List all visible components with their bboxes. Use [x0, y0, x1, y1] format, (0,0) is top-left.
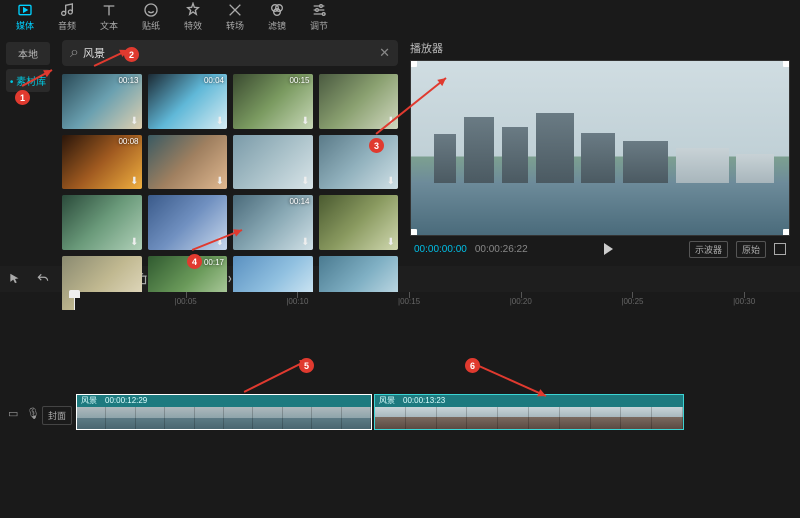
- play-button[interactable]: [604, 243, 613, 255]
- tab-media[interactable]: 媒体: [4, 0, 46, 34]
- download-icon[interactable]: ⬇: [130, 237, 138, 248]
- download-icon[interactable]: ⬇: [387, 237, 395, 248]
- tab-effect[interactable]: 特效: [172, 0, 214, 34]
- original-button[interactable]: 原始: [736, 241, 766, 258]
- media-thumb[interactable]: 00:08 ⬇: [62, 135, 142, 190]
- tab-label: 滤镜: [268, 19, 286, 32]
- library-rail: 本地 • 素材库: [0, 34, 56, 266]
- ruler-label: |00:20: [510, 297, 532, 306]
- track-lock-icon[interactable]: ▭: [8, 407, 18, 420]
- media-thumb[interactable]: 00:04 ⬇: [148, 74, 228, 129]
- search-bar: ⌕ ✕: [62, 40, 398, 66]
- thumb-duration: 00:08: [118, 137, 138, 146]
- ruler-label: |00:15: [398, 297, 420, 306]
- tab-label: 贴纸: [142, 19, 160, 32]
- timeline-clip[interactable]: 风景 00:00:13:23: [374, 394, 684, 430]
- tab-label: 调节: [310, 19, 328, 32]
- top-tab-bar: 媒体 音频 文本 贴纸 特效 转场 滤镜 调节: [0, 0, 800, 34]
- media-thumb[interactable]: 00:14 ⬇: [233, 195, 313, 250]
- scope-button[interactable]: 示波器: [689, 241, 728, 258]
- download-icon[interactable]: ⬇: [387, 176, 395, 187]
- download-icon[interactable]: ⬇: [301, 116, 309, 127]
- timeline-ruler[interactable]: |00:05 |00:10 |00:15 |00:20 |00:25 |00:30: [74, 292, 800, 310]
- ruler-label: |00:30: [733, 297, 755, 306]
- download-icon[interactable]: ⬇: [301, 237, 309, 248]
- transform-handle-bl[interactable]: [410, 229, 417, 236]
- player-control-bar: 00:00:00:00 00:00:26:22 示波器 原始: [410, 236, 790, 262]
- timeline-clip[interactable]: 风景 00:00:12:29: [76, 394, 372, 430]
- tab-label: 音频: [58, 19, 76, 32]
- tab-label: 文本: [100, 19, 118, 32]
- player-title: 播放器: [410, 40, 790, 60]
- thumb-duration: 00:17: [204, 258, 224, 267]
- track-gutter: ▭ 🎙 封面: [0, 310, 74, 518]
- rail-material-library[interactable]: • 素材库: [6, 69, 50, 92]
- media-thumb[interactable]: 00:15 ⬇: [233, 74, 313, 129]
- timecode-current: 00:00:00:00: [414, 244, 467, 255]
- tab-sticker[interactable]: 贴纸: [130, 0, 172, 34]
- download-icon[interactable]: ⬇: [301, 176, 309, 187]
- transform-handle-tr[interactable]: [783, 60, 790, 67]
- download-icon[interactable]: ⬇: [216, 237, 224, 248]
- download-icon[interactable]: ⬇: [216, 176, 224, 187]
- tab-transition[interactable]: 转场: [214, 0, 256, 34]
- media-thumb[interactable]: ⬇: [319, 195, 399, 250]
- media-thumb[interactable]: ⬇: [319, 74, 399, 129]
- thumb-duration: 00:14: [289, 197, 309, 206]
- media-panel: ⌕ ✕ 00:13 ⬇ 00:04 ⬇ 00:15 ⬇ ⬇ 00:08 ⬇ ⬇ ⬇ ⬇ ⬇ ⬇ 00:14 ⬇…: [56, 34, 404, 266]
- timeline-tracks[interactable]: ▭ 🎙 封面 风景 00:00:12:29 风景 00:00:13:23: [0, 310, 800, 518]
- playhead[interactable]: [74, 292, 75, 310]
- media-thumb[interactable]: ⬇: [319, 135, 399, 190]
- thumb-duration: 00:15: [289, 76, 309, 85]
- tab-audio[interactable]: 音频: [46, 0, 88, 34]
- media-thumb[interactable]: ⬇: [148, 195, 228, 250]
- media-thumbnail-grid: 00:13⬇00:04⬇00:15⬇⬇00:08⬇⬇⬇⬇⬇⬇00:14⬇⬇⬇00…: [62, 74, 398, 311]
- rail-local[interactable]: 本地: [6, 42, 50, 65]
- media-thumb[interactable]: ⬇: [62, 195, 142, 250]
- ruler-label: |00:10: [286, 297, 308, 306]
- tab-text[interactable]: 文本: [88, 0, 130, 34]
- tab-label: 特效: [184, 19, 202, 32]
- search-icon: ⌕: [70, 44, 79, 62]
- clip-header: 风景 00:00:13:23: [375, 395, 683, 407]
- tab-filter[interactable]: 滤镜: [256, 0, 298, 34]
- download-icon[interactable]: ⬇: [216, 116, 224, 127]
- player-viewport[interactable]: [410, 60, 790, 236]
- tab-label: 转场: [226, 19, 244, 32]
- track-mute-icon[interactable]: 🎙: [26, 407, 40, 420]
- tool-undo[interactable]: [36, 272, 50, 286]
- timecode-duration: 00:00:26:22: [475, 244, 528, 255]
- cover-button[interactable]: 封面: [42, 406, 72, 425]
- media-thumb[interactable]: ⬇: [233, 135, 313, 190]
- ruler-label: |00:05: [175, 297, 197, 306]
- ruler-label: |00:25: [621, 297, 643, 306]
- thumb-duration: 00:13: [118, 76, 138, 85]
- download-icon[interactable]: ⬇: [130, 176, 138, 187]
- player-panel: 播放器 00:00:00:00 00:00:26:22: [404, 34, 800, 266]
- rail-library-label: 素材库: [16, 77, 46, 88]
- fullscreen-icon[interactable]: [774, 243, 786, 255]
- transform-handle-tl[interactable]: [410, 60, 417, 67]
- transform-handle-br[interactable]: [783, 229, 790, 236]
- download-icon[interactable]: ⬇: [387, 116, 395, 127]
- search-input[interactable]: [83, 47, 379, 59]
- tab-adjust[interactable]: 调节: [298, 0, 340, 34]
- tool-pointer[interactable]: [8, 272, 22, 286]
- media-thumb[interactable]: ⬇: [148, 135, 228, 190]
- search-clear-icon[interactable]: ✕: [379, 45, 390, 61]
- preview-frame-buildings: [411, 113, 789, 183]
- thumb-duration: 00:04: [204, 76, 224, 85]
- download-icon[interactable]: ⬇: [130, 116, 138, 127]
- media-thumb[interactable]: 00:13 ⬇: [62, 74, 142, 129]
- clip-header: 风景 00:00:12:29: [77, 395, 371, 407]
- tab-label: 媒体: [16, 19, 34, 32]
